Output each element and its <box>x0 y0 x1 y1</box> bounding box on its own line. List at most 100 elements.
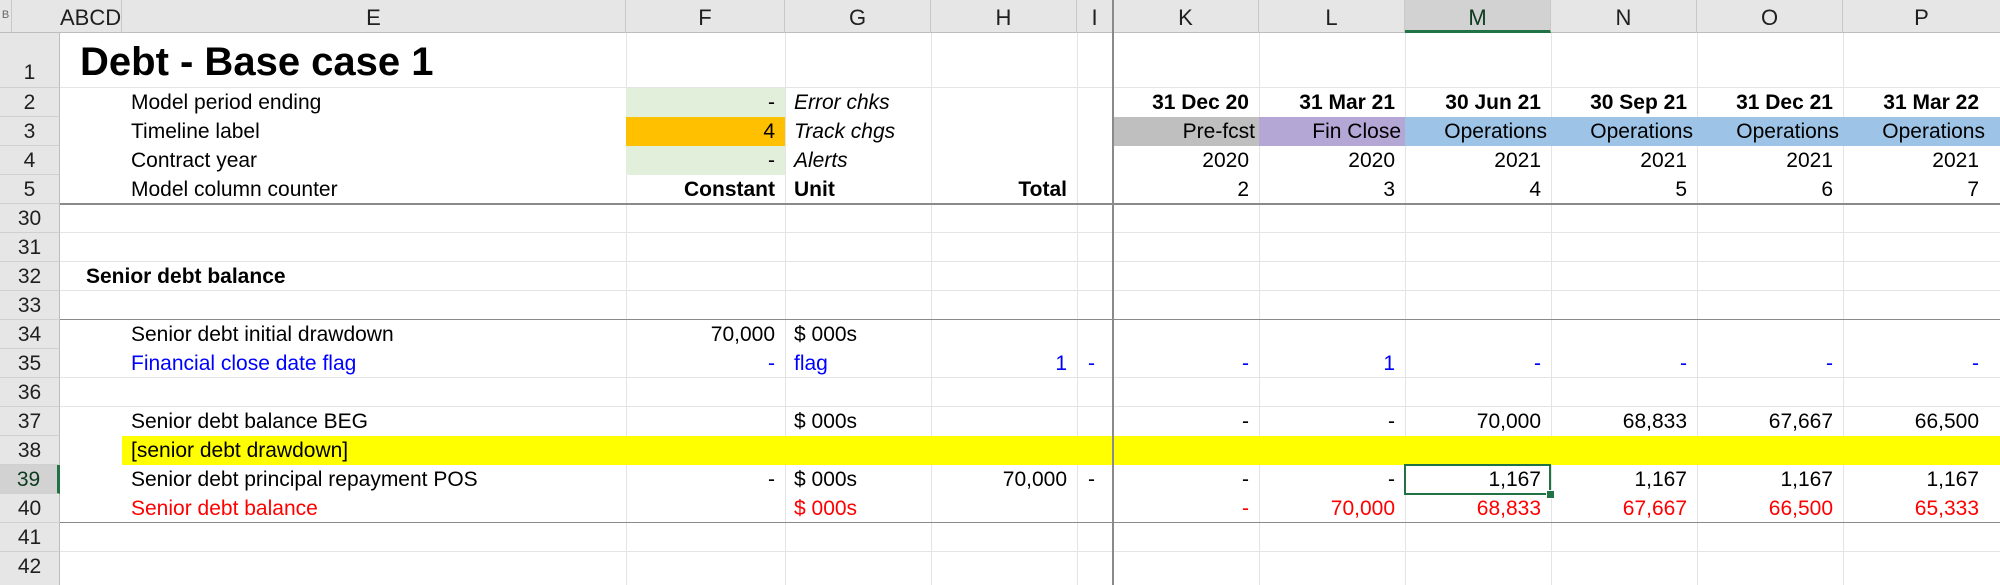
fin-close-flag-total[interactable]: 1 <box>931 349 1077 378</box>
fin-close-flag-value[interactable]: 1 <box>1259 349 1405 378</box>
row-header-36[interactable]: 36 <box>0 378 60 407</box>
row-header-41[interactable]: 41 <box>0 523 60 552</box>
constant-column-header[interactable]: Constant <box>626 175 785 204</box>
period-year[interactable]: 2021 <box>1405 146 1551 175</box>
period-date[interactable]: 31 Dec 20 <box>1113 88 1259 117</box>
principal-repayment-value[interactable]: 1,167 <box>1697 465 1843 494</box>
senior-debt-balance-value[interactable]: - <box>1113 494 1259 523</box>
label-contract-year[interactable]: Contract year <box>131 146 257 175</box>
select-all-corner[interactable]: B <box>0 0 12 33</box>
senior-debt-balance-unit[interactable]: $ 000s <box>791 494 857 523</box>
balance-beg-value[interactable]: - <box>1113 407 1259 436</box>
fin-close-flag-constant[interactable]: - <box>626 349 785 378</box>
row-header-35[interactable]: 35 <box>0 349 60 378</box>
alerts-label[interactable]: Alerts <box>791 146 848 175</box>
principal-repayment-value[interactable]: - <box>1113 465 1259 494</box>
period-date[interactable]: 31 Mar 22 <box>1843 88 1989 117</box>
column-header-k[interactable]: K <box>1113 0 1259 33</box>
column-header-f[interactable]: F <box>626 0 785 33</box>
column-header-l[interactable]: L <box>1259 0 1405 33</box>
phase-label[interactable]: Fin Close <box>1259 117 1405 146</box>
row-header-37[interactable]: 37 <box>0 407 60 436</box>
row-header-30[interactable]: 30 <box>0 204 60 233</box>
principal-repayment-constant[interactable]: - <box>626 465 785 494</box>
row-header-5[interactable]: 5 <box>0 175 60 204</box>
column-counter[interactable]: 6 <box>1697 175 1843 204</box>
row-header-4[interactable]: 4 <box>0 146 60 175</box>
column-header-g[interactable]: G <box>785 0 931 33</box>
column-header-h[interactable]: H <box>931 0 1077 33</box>
column-header-m[interactable]: M <box>1405 0 1551 33</box>
principal-repayment-value[interactable]: 1,167 <box>1843 465 1989 494</box>
fin-close-flag-value[interactable]: - <box>1697 349 1843 378</box>
balance-beg-unit[interactable]: $ 000s <box>791 407 857 436</box>
period-year[interactable]: 2021 <box>1843 146 1989 175</box>
fin-close-flag-value[interactable]: - <box>1843 349 1989 378</box>
senior-debt-balance-value[interactable]: 67,667 <box>1551 494 1697 523</box>
row-header-2[interactable]: 2 <box>0 88 60 117</box>
balance-beg-value[interactable]: 68,833 <box>1551 407 1697 436</box>
period-date[interactable]: 30 Sep 21 <box>1551 88 1697 117</box>
row-header-32[interactable]: 32 <box>0 262 60 291</box>
balance-beg-value[interactable]: 67,667 <box>1697 407 1843 436</box>
track-changes-label[interactable]: Track chgs <box>791 117 895 146</box>
phase-label[interactable]: Operations <box>1551 117 1697 146</box>
column-counter[interactable]: 7 <box>1843 175 1989 204</box>
row-label-drawdown-placeholder[interactable]: [senior debt drawdown] <box>131 436 348 465</box>
initial-drawdown-unit[interactable]: $ 000s <box>791 320 857 349</box>
column-header-n[interactable]: N <box>1551 0 1697 33</box>
row-label-principal-repayment[interactable]: Senior debt principal repayment POS <box>131 465 478 494</box>
label-model-column-counter[interactable]: Model column counter <box>131 175 338 204</box>
column-counter[interactable]: 3 <box>1259 175 1405 204</box>
row-header-34[interactable]: 34 <box>0 320 60 349</box>
column-counter[interactable]: 5 <box>1551 175 1697 204</box>
fin-close-flag-unit[interactable]: flag <box>791 349 828 378</box>
period-date[interactable]: 31 Dec 21 <box>1697 88 1843 117</box>
column-header-e[interactable]: E <box>122 0 626 33</box>
label-timeline[interactable]: Timeline label <box>131 117 260 146</box>
period-year[interactable]: 2020 <box>1113 146 1259 175</box>
phase-label[interactable]: Operations <box>1843 117 1989 146</box>
column-header-p[interactable]: P <box>1843 0 2000 33</box>
model-period-input[interactable]: - <box>626 88 785 117</box>
row-header-40[interactable]: 40 <box>0 494 60 523</box>
total-column-header[interactable]: Total <box>931 175 1077 204</box>
row-label-senior-debt-balance[interactable]: Senior debt balance <box>131 494 318 523</box>
principal-repayment-col-i[interactable]: - <box>1085 465 1095 494</box>
fin-close-flag-value[interactable]: - <box>1551 349 1697 378</box>
senior-debt-balance-value[interactable]: 65,333 <box>1843 494 1989 523</box>
row-header-38[interactable]: 38 <box>0 436 60 465</box>
senior-debt-balance-value[interactable]: 66,500 <box>1697 494 1843 523</box>
period-date[interactable]: 31 Mar 21 <box>1259 88 1405 117</box>
balance-beg-value[interactable]: - <box>1259 407 1405 436</box>
row-header-31[interactable]: 31 <box>0 233 60 262</box>
column-header-i[interactable]: I <box>1077 0 1113 33</box>
senior-debt-balance-value[interactable]: 70,000 <box>1259 494 1405 523</box>
balance-beg-value[interactable]: 70,000 <box>1405 407 1551 436</box>
timeline-label-input[interactable]: 4 <box>626 117 785 146</box>
row-header-39[interactable]: 39 <box>0 465 60 494</box>
period-year[interactable]: 2021 <box>1551 146 1697 175</box>
fin-close-flag-value[interactable]: - <box>1113 349 1259 378</box>
page-title[interactable]: Debt - Base case 1 <box>80 33 434 88</box>
fin-close-flag-col-i[interactable]: - <box>1085 349 1095 378</box>
column-counter[interactable]: 2 <box>1113 175 1259 204</box>
principal-repayment-value[interactable]: - <box>1259 465 1405 494</box>
section-heading[interactable]: Senior debt balance <box>86 262 286 291</box>
column-header-o[interactable]: O <box>1697 0 1843 33</box>
row-label-initial-drawdown[interactable]: Senior debt initial drawdown <box>131 320 394 349</box>
column-counter[interactable]: 4 <box>1405 175 1551 204</box>
principal-repayment-total[interactable]: 70,000 <box>931 465 1077 494</box>
period-year[interactable]: 2021 <box>1697 146 1843 175</box>
phase-label[interactable]: Pre-fcst <box>1113 117 1259 146</box>
unit-column-header[interactable]: Unit <box>791 175 835 204</box>
senior-debt-balance-value[interactable]: 68,833 <box>1405 494 1551 523</box>
period-date[interactable]: 30 Jun 21 <box>1405 88 1551 117</box>
row-label-fin-close-flag[interactable]: Financial close date flag <box>131 349 356 378</box>
row-header-42[interactable]: 42 <box>0 552 60 585</box>
error-checks-label[interactable]: Error chks <box>791 88 890 117</box>
contract-year-input[interactable]: - <box>626 146 785 175</box>
principal-repayment-value[interactable]: 1,167 <box>1551 465 1697 494</box>
fin-close-flag-value[interactable]: - <box>1405 349 1551 378</box>
row-header-1[interactable]: 1 <box>0 33 60 88</box>
